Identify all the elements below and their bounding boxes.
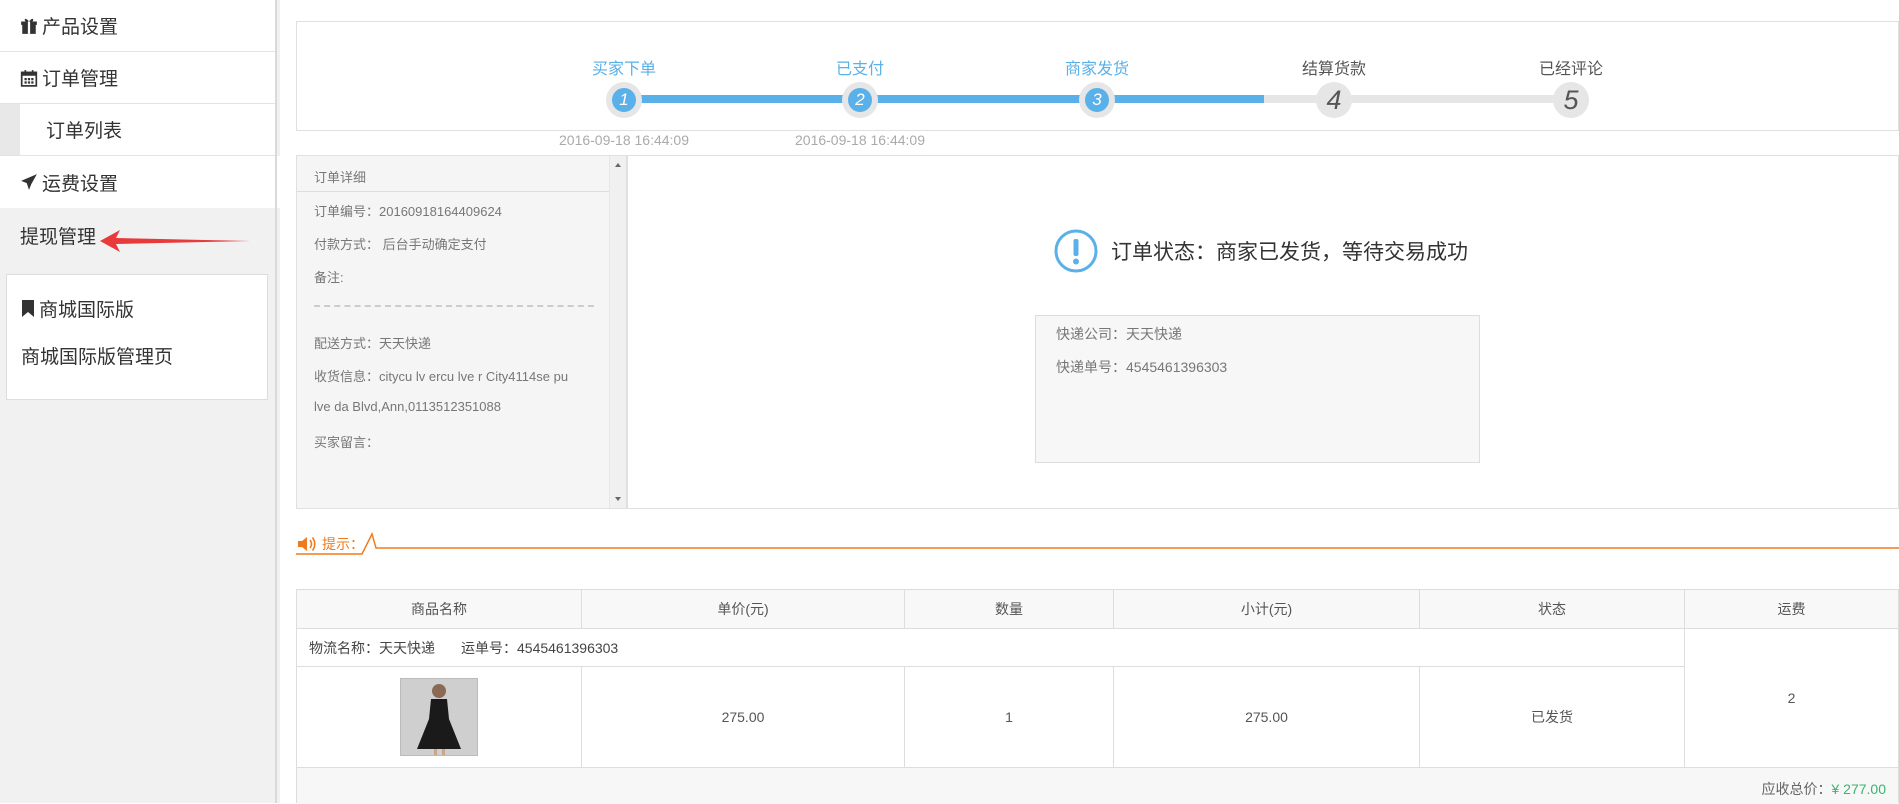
- order-status-panel: 订单状态：商家已发货，等待交易成功 快递公司：天天快递 快递单号：4545461…: [627, 155, 1899, 509]
- step-label: 已经评论: [1538, 61, 1603, 78]
- receiver-info: 收货信息：citycu lv ercu lve r City4114se pu: [314, 369, 569, 384]
- order-status-text: 订单状态：商家已发货，等待交易成功: [1111, 241, 1468, 264]
- total-price: 应收总价：¥ 277.00: [1762, 779, 1887, 799]
- calendar-icon: [20, 69, 38, 87]
- step-number: 3: [1085, 88, 1109, 112]
- dress-image: [401, 679, 477, 755]
- sidebar: 产品设置 订单管理 订单列表 运费设置 提现管理 商城国际版 商城国际版管理页: [0, 0, 310, 803]
- order-progress: 买家下单 1 2016-09-18 16:44:09 已支付 2 2016-09…: [296, 21, 1899, 148]
- step-number: 4: [1326, 84, 1342, 115]
- receiver-info-cont: lve da Blvd,Ann,0113512351088: [314, 399, 501, 414]
- step-time: 2016-09-18 16:44:09: [795, 132, 925, 148]
- express-company: 快递公司：天天快递: [1056, 326, 1182, 342]
- scroll-up-icon[interactable]: [611, 160, 625, 170]
- sidebar-item-order-management[interactable]: 订单管理: [0, 52, 275, 104]
- step-label: 买家下单: [591, 61, 656, 78]
- logistics-name: 物流名称：天天快递: [309, 639, 435, 656]
- express-number: 快递单号：4545461396303: [1056, 359, 1228, 375]
- step-time: 2016-09-18 16:44:09: [559, 132, 689, 148]
- step-circle: 1: [606, 82, 642, 118]
- step-number: 2: [848, 88, 872, 112]
- table-header: 单价(元): [582, 590, 905, 629]
- detail-scrollbar[interactable]: [609, 156, 626, 508]
- total-label: 应收总价：: [1761, 781, 1832, 797]
- payment-method: 付款方式： 后台手动确定支付: [314, 237, 487, 252]
- step-number: 1: [612, 88, 636, 112]
- sidebar-item-order-list[interactable]: 订单列表: [0, 104, 275, 156]
- step-number: 5: [1563, 84, 1579, 115]
- sidebar-item-label: 订单管理: [42, 69, 119, 90]
- sidebar-item-product-settings[interactable]: 产品设置: [0, 0, 275, 52]
- gift-icon: [21, 18, 37, 34]
- tip-underline: [296, 532, 1899, 555]
- sidebar-item-label: 订单列表: [46, 121, 123, 142]
- order-items-table: 商品名称 单价(元) 数量 小计(元) 状态 运费 物流名称：天天快递 运单号：…: [296, 589, 1899, 804]
- table-header: 数量: [905, 590, 1114, 629]
- scroll-down-icon[interactable]: [611, 494, 625, 504]
- tip-bar: 提示：: [296, 532, 1899, 556]
- sidebar-item-shipping-settings[interactable]: 运费设置: [0, 156, 310, 208]
- status-cell: 已发货: [1420, 667, 1685, 767]
- sidebar-item-label: 提现管理: [20, 226, 97, 248]
- bookmark-icon: [22, 300, 34, 317]
- step-circle: 2: [842, 82, 878, 118]
- table-header: 状态: [1420, 590, 1685, 629]
- order-detail-title: 订单详细: [314, 170, 367, 185]
- unit-price-cell: 275.00: [582, 667, 905, 767]
- total-value: ¥ 277.00: [1831, 781, 1887, 797]
- step-circle: 3: [1079, 82, 1115, 118]
- shipping-fee-cell: 2: [1787, 690, 1796, 706]
- express-info-box: 快递公司：天天快递 快递单号：4545461396303: [1035, 315, 1480, 463]
- sidebar-item-label: 产品设置: [42, 17, 119, 38]
- step-label: 已支付: [835, 61, 884, 78]
- order-status: 订单状态：商家已发货，等待交易成功: [1053, 228, 1468, 274]
- step-circle: 4: [1316, 82, 1352, 118]
- product-image[interactable]: [400, 678, 478, 756]
- buyer-message: 买家留言：: [314, 435, 380, 450]
- plane-icon: [21, 174, 37, 190]
- progress-track-done: [624, 95, 1264, 103]
- step-label: 商家发货: [1064, 61, 1129, 78]
- step-label: 结算货款: [1301, 61, 1366, 78]
- logistics-number: 运单号：4545461396303: [461, 639, 619, 656]
- table-header: 运费: [1685, 590, 1898, 629]
- subtotal-cell: 275.00: [1114, 667, 1420, 767]
- exclamation-icon: [1054, 229, 1098, 273]
- red-arrow-annotation: [100, 230, 250, 252]
- mall-title-text: 商城国际版: [39, 300, 135, 321]
- sidebar-divider: [275, 0, 277, 803]
- dashed-divider: [314, 305, 594, 307]
- order-number: 订单编号：20160918164409624: [314, 204, 502, 219]
- step-circle: 5: [1553, 82, 1589, 118]
- mall-title: 商城国际版: [21, 295, 134, 322]
- mall-international-panel: 商城国际版 商城国际版管理页: [6, 274, 268, 400]
- table-footer: 应收总价：¥ 277.00: [297, 767, 1898, 804]
- shipping-method: 配送方式：天天快递: [314, 336, 432, 351]
- sidebar-item-label: 运费设置: [42, 173, 119, 195]
- table-header: 小计(元): [1114, 590, 1420, 629]
- logistics-row: 物流名称：天天快递 运单号：4545461396303: [297, 629, 1685, 667]
- product-cell: [297, 667, 582, 767]
- quantity-cell: 1: [905, 667, 1114, 767]
- order-remark: 备注:: [314, 270, 344, 285]
- table-header: 商品名称: [297, 590, 582, 629]
- order-detail-panel[interactable]: 订单详细 订单编号：20160918164409624 付款方式： 后台手动确定…: [296, 155, 627, 509]
- mall-admin-link[interactable]: 商城国际版管理页: [21, 342, 173, 369]
- order-detail-header: 订单详细: [297, 156, 609, 192]
